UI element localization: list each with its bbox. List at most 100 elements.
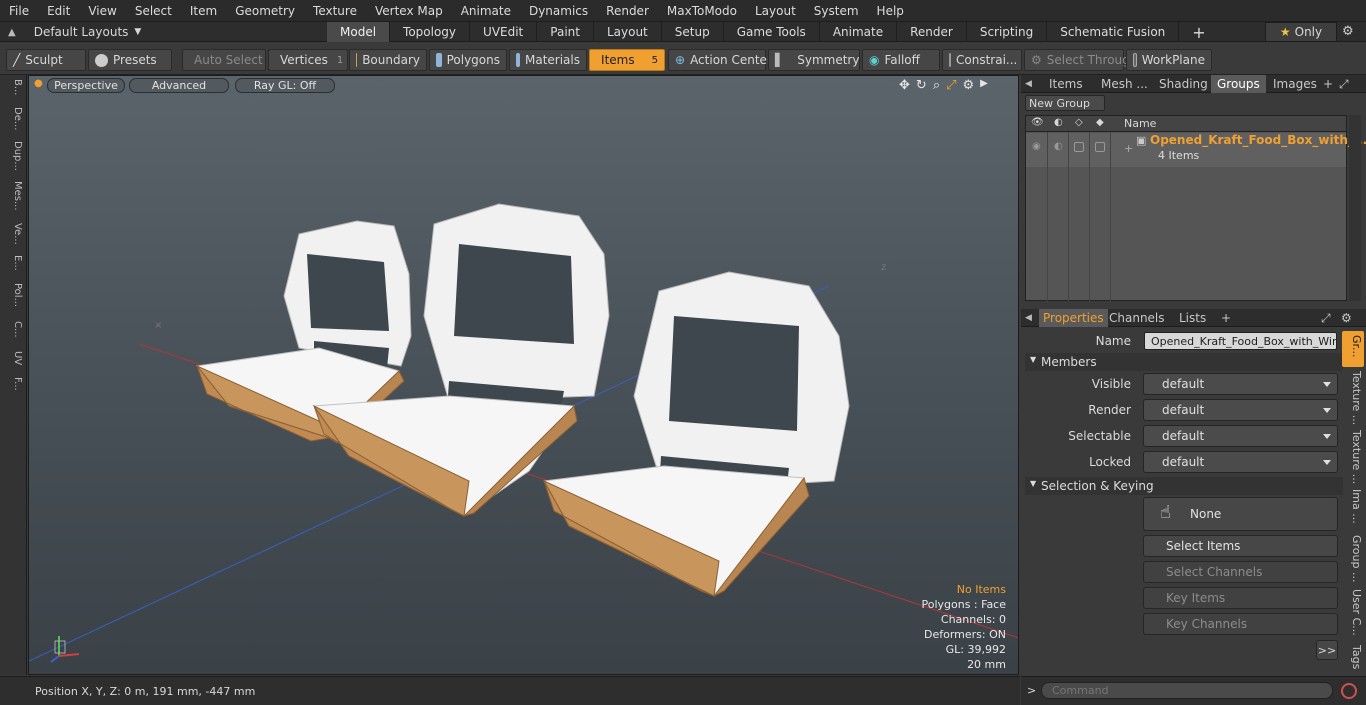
selectable-dropdown[interactable]: default (1143, 425, 1338, 447)
falloff-button[interactable]: ◉ Falloff (862, 49, 940, 71)
workplane-button[interactable]: WorkPlane (1126, 49, 1212, 71)
group-name[interactable]: Opened_Kraft_Food_Box_with_ ... (1150, 133, 1366, 147)
boundary-button[interactable]: Boundary (349, 49, 427, 71)
3d-viewport[interactable]: ● Perspective Advanced Ray GL: Off ✥ ↻ ⌕… (28, 75, 1019, 675)
tab-groups[interactable]: Groups (1211, 75, 1266, 93)
tab-channels[interactable]: Channels (1109, 309, 1165, 327)
more-button[interactable]: >> (1316, 640, 1338, 660)
name-column-header[interactable]: Name (1124, 117, 1156, 130)
lock-icon[interactable]: ◆ (1096, 117, 1104, 128)
record-icon[interactable] (1341, 683, 1357, 699)
menu-render[interactable]: Render (597, 4, 658, 18)
render-dropdown[interactable]: default (1143, 399, 1338, 421)
left-tab-edge[interactable]: E... (3, 255, 23, 271)
presets-button[interactable]: Presets (88, 49, 172, 71)
select-through-button[interactable]: ⚙ Select Through (1024, 49, 1137, 71)
properties-gear-icon[interactable]: ⚙ (1341, 309, 1352, 327)
tab-lists[interactable]: Lists (1179, 309, 1206, 327)
tab-items[interactable]: Items (1049, 75, 1083, 93)
select-channels-button[interactable]: Select Channels (1143, 561, 1338, 583)
left-tab-deform[interactable]: De... (3, 107, 23, 130)
tab-model[interactable]: Model (327, 22, 391, 42)
menu-view[interactable]: View (79, 4, 125, 18)
menu-item[interactable]: Item (181, 4, 226, 18)
members-section[interactable]: ▼ Members (1025, 353, 1343, 371)
vtab-texture-1[interactable]: Texture ... (1343, 371, 1363, 425)
selection-keying-section[interactable]: ▼ Selection & Keying (1025, 477, 1343, 495)
tab-images[interactable]: Images (1273, 75, 1317, 93)
vtab-group[interactable]: Gr... (1343, 335, 1363, 358)
row-select-checkbox[interactable] (1074, 142, 1084, 152)
menu-vertex-map[interactable]: Vertex Map (366, 4, 452, 18)
menu-geometry[interactable]: Geometry (226, 4, 304, 18)
expand-plus-icon[interactable]: + (1124, 142, 1133, 155)
row-eye-icon[interactable]: ◉ (1032, 141, 1041, 152)
materials-button[interactable]: Materials (509, 49, 587, 71)
action-center-button[interactable]: ⊕ Action Center (668, 49, 772, 71)
tab-layout[interactable]: Layout (594, 22, 662, 42)
properties-menu-icon[interactable]: ◀ (1025, 309, 1032, 327)
tab-topology[interactable]: Topology (390, 22, 471, 42)
menu-system[interactable]: System (805, 4, 868, 18)
vtab-tags[interactable]: Tags (1343, 645, 1363, 669)
select-icon[interactable]: ◇ (1075, 117, 1083, 128)
left-tab-duplicate[interactable]: Dup... (3, 141, 23, 171)
only-toggle[interactable]: ★ Only (1265, 22, 1337, 42)
add-properties-tab-icon[interactable]: + (1221, 309, 1231, 327)
tab-animate[interactable]: Animate (820, 22, 898, 42)
left-tab-curve[interactable]: C... (3, 321, 23, 338)
select-items-button[interactable]: Select Items (1143, 535, 1338, 557)
left-tab-mesh-edit[interactable]: Mes... (3, 181, 23, 211)
left-tab-basic[interactable]: B... (3, 79, 23, 95)
menu-texture[interactable]: Texture (304, 4, 366, 18)
left-tab-polygon[interactable]: Pol... (3, 283, 23, 307)
constraints-button[interactable]: Constrai... (942, 49, 1022, 71)
tab-game-tools[interactable]: Game Tools (724, 22, 820, 42)
vtab-texture-2[interactable]: Texture ... (1343, 430, 1363, 484)
tab-shading[interactable]: Shading (1159, 75, 1208, 93)
expand-icon[interactable]: ⤢ (1339, 75, 1349, 93)
tab-uvedit[interactable]: UVEdit (470, 22, 538, 42)
menu-maxtomodo[interactable]: MaxToModo (658, 4, 746, 18)
groups-scrollbar[interactable] (1349, 115, 1361, 301)
tab-render[interactable]: Render (897, 22, 967, 42)
vtab-images[interactable]: Ima ... (1343, 489, 1363, 524)
tab-mesh[interactable]: Mesh ... (1101, 75, 1148, 93)
menu-dynamics[interactable]: Dynamics (520, 4, 597, 18)
key-channels-button[interactable]: Key Channels (1143, 613, 1338, 635)
row-render-icon[interactable]: ◐ (1054, 141, 1063, 152)
menu-layout[interactable]: Layout (746, 4, 805, 18)
panel-menu-icon[interactable]: ◀ (1025, 75, 1032, 93)
row-lock-checkbox[interactable] (1095, 142, 1105, 152)
menu-select[interactable]: Select (126, 4, 181, 18)
left-tab-uv[interactable]: UV (3, 351, 23, 365)
auto-select-button[interactable]: Auto Select (182, 49, 266, 71)
tab-scripting[interactable]: Scripting (967, 22, 1048, 42)
tab-paint[interactable]: Paint (537, 22, 594, 42)
visible-dropdown[interactable]: default (1143, 373, 1338, 395)
tab-properties[interactable]: Properties (1039, 309, 1108, 327)
vtab-user-channels[interactable]: User C... (1343, 589, 1363, 636)
polygons-button[interactable]: Polygons (429, 49, 507, 71)
render-icon[interactable]: ◐ (1054, 117, 1063, 128)
left-tab-vertex[interactable]: Ve... (3, 223, 23, 245)
vertices-button[interactable]: Vertices 1 (268, 49, 348, 71)
layout-selector[interactable]: ▲ Default Layouts ▼ (8, 22, 141, 42)
group-row[interactable]: ◉ ◐ + ▣ Opened_Kraft_Food_Box_with_ ... … (1026, 133, 1366, 167)
tab-setup[interactable]: Setup (662, 22, 724, 42)
tab-schematic-fusion[interactable]: Schematic Fusion (1047, 22, 1180, 42)
new-group-button[interactable]: New Group (1025, 95, 1105, 111)
none-button[interactable]: ☝ None (1143, 497, 1338, 531)
gear-icon[interactable]: ⚙ (1342, 24, 1354, 39)
add-tab-icon[interactable]: + (1323, 75, 1333, 93)
vtab-group-2[interactable]: Group ... (1343, 535, 1363, 582)
command-input[interactable] (1041, 682, 1333, 699)
eye-icon[interactable]: 👁 (1031, 117, 1044, 128)
menu-help[interactable]: Help (868, 4, 913, 18)
locked-dropdown[interactable]: default (1143, 451, 1338, 473)
properties-expand-icon[interactable]: ⤢ (1321, 309, 1331, 327)
menu-edit[interactable]: Edit (38, 4, 79, 18)
name-field[interactable]: Opened_Kraft_Food_Box_with_Windo (1144, 332, 1337, 350)
add-tab-icon[interactable]: + (1179, 22, 1218, 42)
left-tab-fusion[interactable]: F... (3, 377, 23, 391)
